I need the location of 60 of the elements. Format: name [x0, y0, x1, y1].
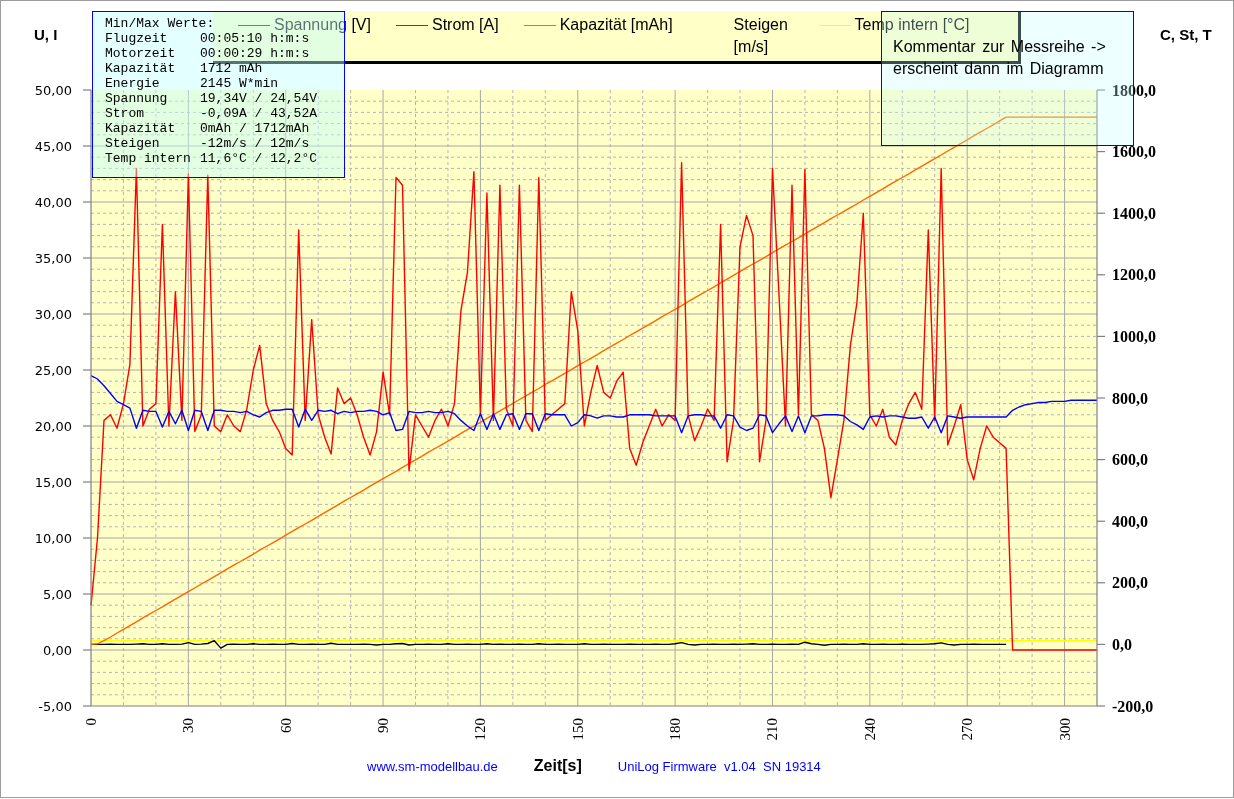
stat-value: 0mAh / 1712mAh	[200, 121, 310, 136]
y2-tick-label: 600,0	[1112, 451, 1148, 469]
x-tick-label: 300	[1056, 718, 1073, 741]
y-tick-label: -5,00	[38, 698, 72, 714]
y-tick-label: 5,00	[43, 586, 72, 602]
x-tick-label: 90	[375, 718, 392, 733]
y-tick-label: 15,00	[34, 474, 72, 490]
stat-label: Flugzeit	[105, 31, 168, 46]
legend-label: Kapazität [mAh]	[559, 15, 673, 35]
stat-label: Strom	[105, 106, 144, 121]
stat-value: -0,09A / 43,52A	[200, 106, 318, 121]
y2-tick-label: 400,0	[1112, 512, 1148, 530]
y-tick-label: 0,00	[43, 642, 72, 658]
y-tick-label: 45,00	[34, 138, 72, 154]
y2-tick-label: 1600,0	[1112, 143, 1156, 161]
y2-tick-label: 800,0	[1112, 389, 1148, 407]
stat-value: -12m/s / 12m/s	[200, 136, 310, 151]
x-tick-label: 240	[861, 718, 878, 741]
x-tick-label: 270	[959, 718, 976, 741]
y2-tick-label: -200,0	[1112, 697, 1154, 715]
stat-value: 00:05:10 h:m:s	[200, 31, 310, 46]
stat-label: Energie	[105, 76, 160, 91]
y-tick-label: 30,00	[34, 306, 72, 322]
x-tick-label: 180	[667, 718, 684, 741]
panel-title: Min/Max Werte:	[105, 16, 215, 31]
stat-label: Motorzeit	[105, 46, 176, 61]
stat-value: 1712 mAh	[200, 61, 263, 76]
stat-value: 19,34V / 24,54V	[200, 91, 318, 106]
firmware-info: UniLog Firmware v1.04 SN 19314	[617, 758, 821, 774]
y-tick-label: 35,00	[34, 250, 72, 266]
x-tick-label: 150	[569, 718, 586, 741]
x-tick-label: 60	[277, 718, 294, 733]
website-url: www.sm-modellbau.de	[367, 758, 498, 774]
stat-label: Kapazität	[105, 61, 176, 76]
y-tick-label: 20,00	[34, 418, 72, 434]
stat-label: Spannung	[105, 91, 168, 106]
x-tick-label: 120	[472, 718, 489, 741]
x-tick-label: 0	[83, 718, 99, 726]
x-axis-title: Zeit[s]	[533, 757, 582, 775]
legend-label: Strom [A]	[431, 15, 499, 35]
y2-tick-label: 1000,0	[1112, 327, 1156, 345]
y2-axis-title: C, St, T	[1160, 26, 1212, 43]
y-tick-label: 25,00	[34, 362, 72, 378]
stat-value: 2145 W*min	[200, 76, 278, 91]
y-tick-label: 50,00	[34, 82, 72, 98]
stat-value: 00:00:29 h:m:s	[200, 46, 310, 61]
legend-label: Steigen [m/s]	[733, 15, 789, 57]
y-tick-label: 40,00	[34, 194, 72, 210]
y-tick-label: 10,00	[34, 530, 72, 546]
y2-tick-label: 1400,0	[1112, 204, 1156, 222]
x-tick-label: 210	[764, 718, 781, 741]
stat-label: Kapazität	[105, 121, 176, 136]
y2-tick-label: 200,0	[1112, 574, 1148, 592]
stat-value: 11,6°C / 12,2°C	[200, 151, 318, 166]
stat-label: Steigen	[105, 136, 160, 151]
y2-tick-label: 0,0	[1112, 635, 1132, 653]
x-tick-label: 30	[180, 718, 197, 733]
y-axis-title: U, I	[34, 26, 58, 43]
stat-label: Temp intern	[105, 151, 191, 166]
y2-tick-label: 1200,0	[1112, 266, 1156, 284]
